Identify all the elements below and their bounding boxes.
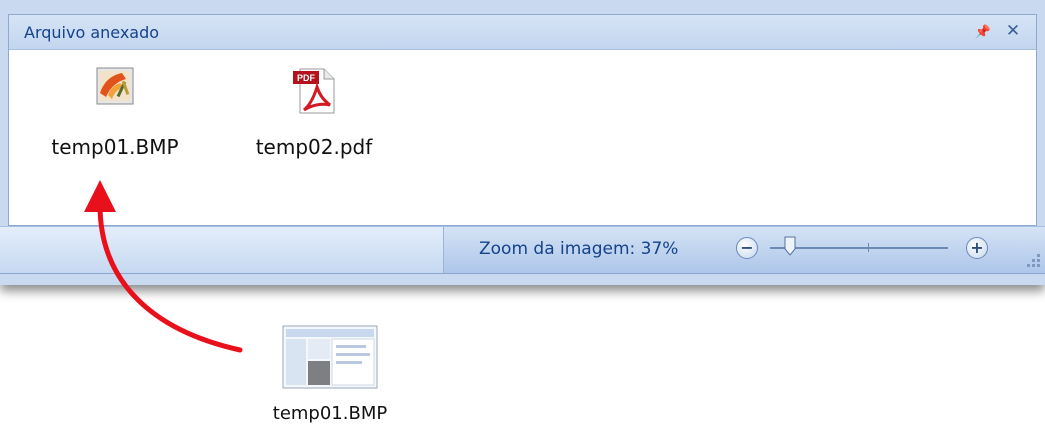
attachment-name: temp01.BMP [51, 135, 179, 159]
zoom-out-icon[interactable]: − [736, 237, 758, 259]
attachment-panel: Arquivo anexado 📌 ✕ temp01.BMP PDF temp0… [8, 14, 1037, 226]
pdf-document-icon: PDF [292, 67, 336, 119]
attachment-item-temp02-pdf[interactable]: PDF temp02.pdf [234, 63, 394, 173]
close-icon[interactable]: ✕ [1002, 20, 1024, 42]
zoom-value: 37% [640, 239, 679, 259]
bitmap-image-icon [96, 67, 134, 109]
zoom-slider-track[interactable] [770, 247, 948, 249]
desktop-file-name: temp01.BMP [272, 403, 388, 424]
zoom-in-icon[interactable]: + [966, 237, 988, 259]
panel-header: Arquivo anexado 📌 ✕ [9, 15, 1036, 50]
pin-icon[interactable]: 📌 [972, 21, 994, 43]
zoom-label: Zoom da imagem: 37% [479, 239, 678, 259]
attachment-window: Arquivo anexado 📌 ✕ temp01.BMP PDF temp0… [0, 0, 1045, 285]
svg-text:PDF: PDF [297, 73, 316, 83]
desktop-file-temp01-bmp[interactable]: temp01.BMP [250, 325, 410, 435]
zoom-slider-tick [868, 243, 869, 252]
status-bar: Zoom da imagem: 37% − + [0, 226, 1045, 274]
resize-grip-icon[interactable] [1026, 253, 1040, 267]
panel-title: Arquivo anexado [24, 23, 160, 42]
attachment-name: temp02.pdf [255, 135, 373, 159]
zoom-control-area: Zoom da imagem: 37% − + [443, 227, 1045, 273]
attachment-item-temp01-bmp[interactable]: temp01.BMP [35, 63, 195, 173]
zoom-label-text: Zoom da imagem: [479, 239, 636, 259]
zoom-slider-thumb[interactable] [784, 236, 796, 256]
bmp-thumbnail-icon [282, 325, 378, 393]
